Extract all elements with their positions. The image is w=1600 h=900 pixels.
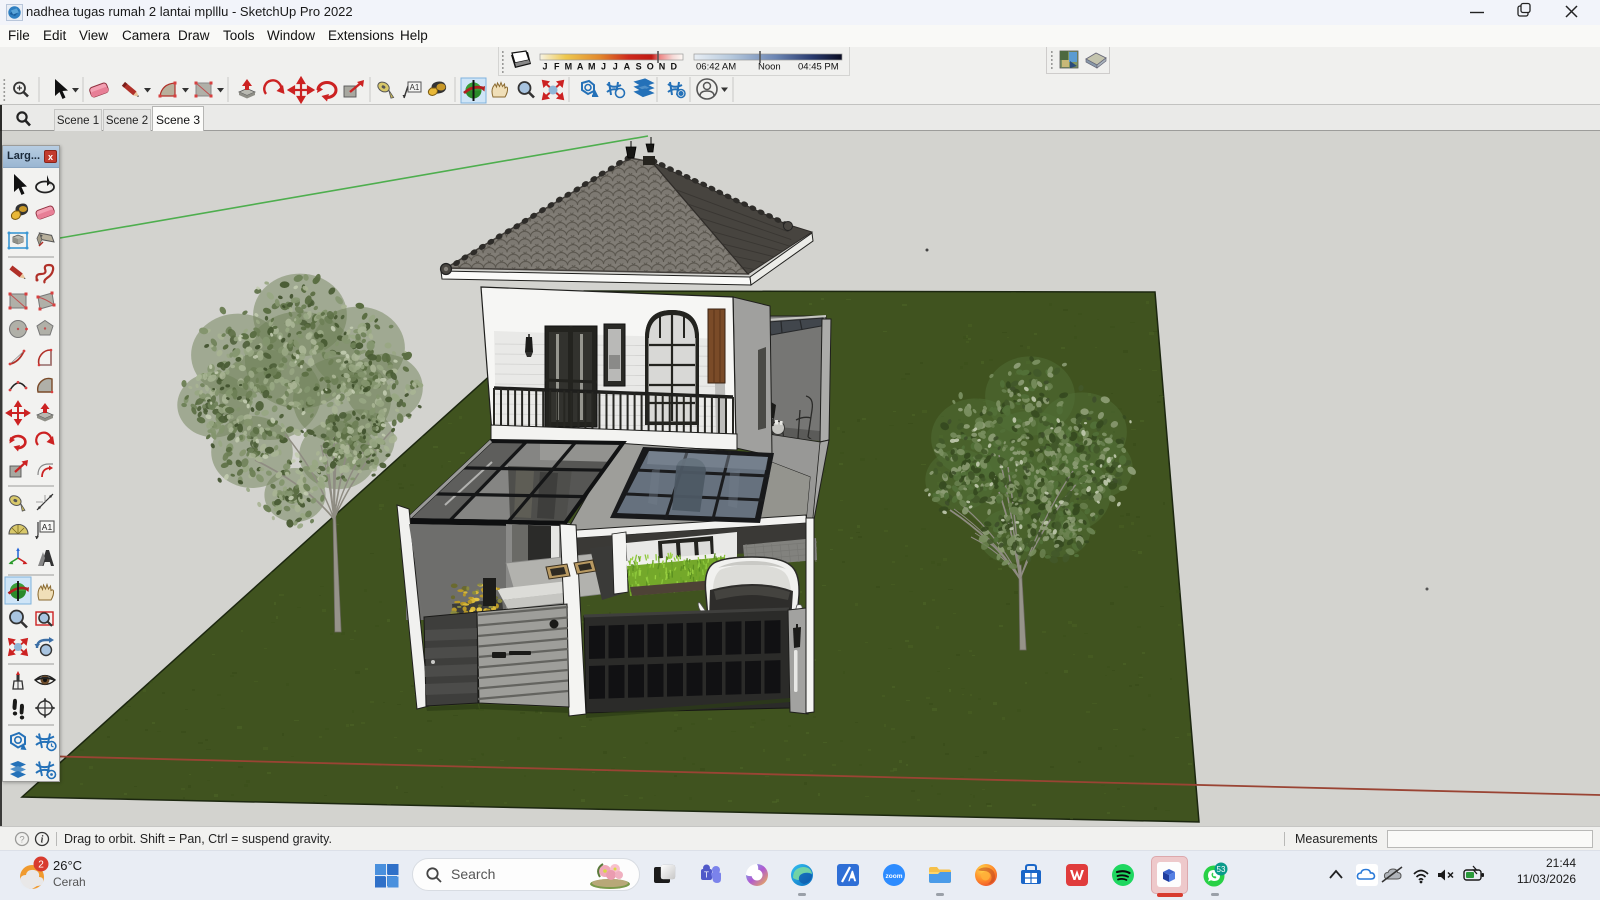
svg-text:Noon: Noon (758, 62, 781, 73)
svg-text:N: N (659, 62, 666, 72)
svg-text:O: O (647, 62, 654, 72)
svg-text:M: M (565, 62, 573, 72)
svg-text:A1: A1 (410, 83, 420, 92)
svg-text:?: ? (19, 835, 24, 846)
svg-text:T: T (704, 871, 709, 880)
svg-text:04:45 PM: 04:45 PM (798, 62, 839, 73)
svg-text:zoom: zoom (886, 873, 903, 880)
svg-text:F: F (554, 62, 560, 72)
svg-text:06:42 AM: 06:42 AM (696, 62, 736, 73)
svg-text:A1: A1 (42, 522, 53, 532)
svg-text:A: A (577, 62, 584, 72)
svg-text:J: J (601, 62, 606, 72)
svg-text:J: J (613, 62, 618, 72)
svg-text:i: i (41, 835, 44, 846)
svg-text:J: J (542, 62, 547, 72)
svg-text:M: M (588, 62, 596, 72)
svg-text:2: 2 (38, 860, 44, 871)
svg-text:53: 53 (1217, 865, 1226, 874)
svg-text:D: D (670, 62, 677, 72)
svg-text:A: A (624, 62, 631, 72)
svg-text:S: S (636, 62, 642, 72)
